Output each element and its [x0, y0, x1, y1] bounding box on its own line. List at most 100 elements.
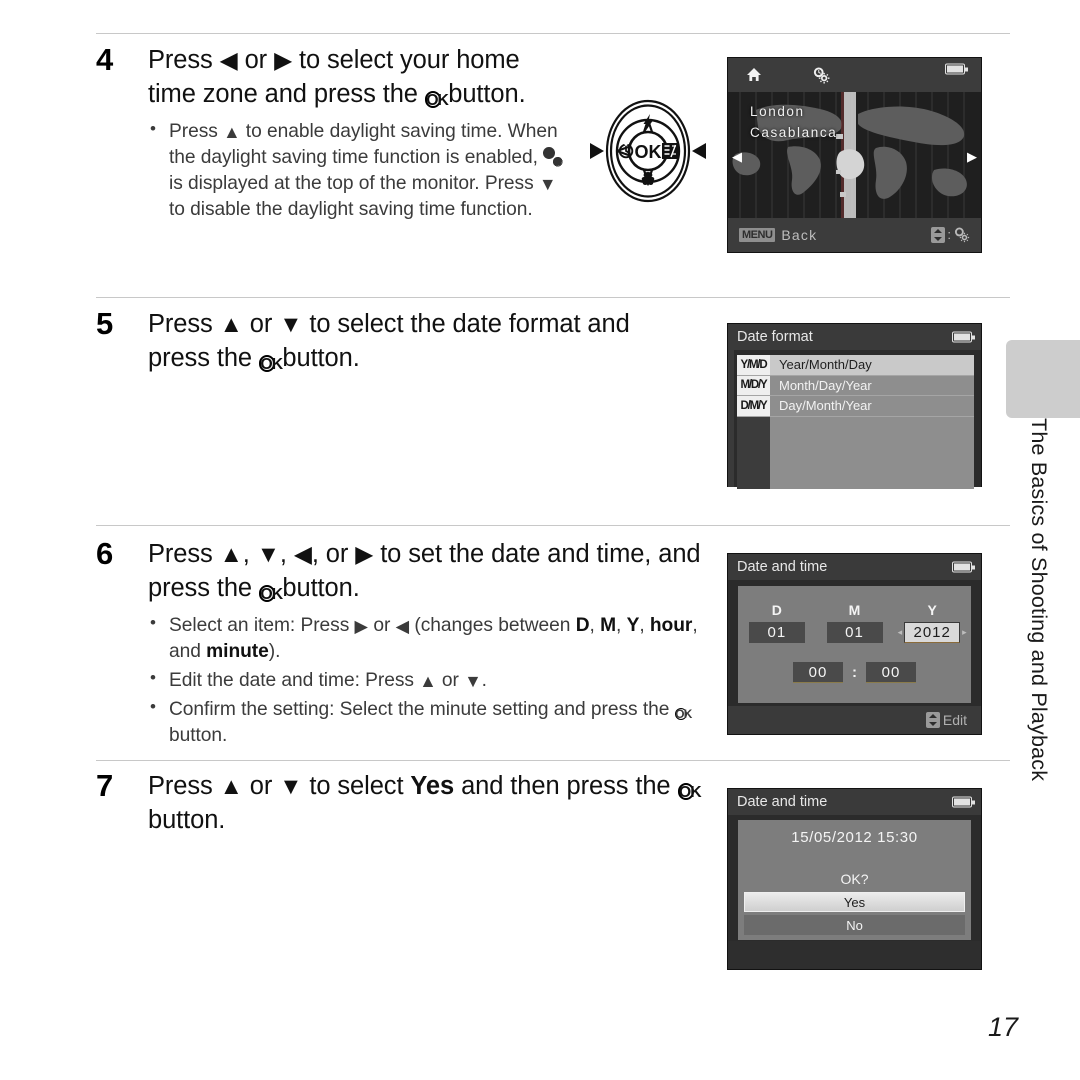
day-field-cell: 01 [738, 622, 816, 643]
up-arrow-icon [220, 543, 243, 566]
step-5-number: 5 [96, 306, 114, 341]
step-7-number: 7 [96, 768, 114, 803]
year-value[interactable]: 2012 [904, 622, 961, 643]
step-6-heading: Press , , , or to set the date and time,… [148, 538, 723, 605]
field-minute-label: minute [206, 641, 269, 663]
list-item: Edit the date and time: Press or . [148, 667, 723, 694]
world-map-action-bar: MENU Back : [728, 218, 981, 252]
step-4-number: 4 [96, 42, 114, 77]
up-arrow-icon [223, 124, 240, 142]
bullet-text: or [436, 670, 465, 692]
confirm-datetime: 15/05/2012 15:30 [791, 829, 918, 846]
up-down-arrows-icon [925, 712, 940, 728]
bullet-text-a: Press [169, 121, 224, 143]
daylight-saving-icon [954, 227, 970, 243]
format-icon-ymd: Y/M/D [737, 355, 770, 375]
map-prev-arrow[interactable]: ◀ [732, 149, 742, 165]
selected-timezone-cities: London Casablanca [750, 102, 837, 144]
dst-toggle-hint: : [931, 226, 970, 243]
bullet-text-c: is displayed at the top of the monitor. … [169, 173, 539, 195]
manual-page: The Basics of Shooting and Playback 4 Pr… [0, 0, 1080, 1080]
list-item[interactable]: Y/M/D Year/Month/Day [737, 355, 974, 376]
month-value[interactable]: 01 [826, 622, 883, 643]
page-number: 17 [988, 1012, 1019, 1042]
field-d-label: D [575, 615, 590, 637]
up-arrow-icon [220, 313, 243, 336]
bullet-text: . [481, 670, 487, 692]
bullet-text: ). [268, 641, 281, 663]
step-6-text-2: , [242, 540, 257, 568]
yes-emphasis: Yes [410, 772, 455, 800]
step-7-heading: Press or to select Yes and then press th… [148, 770, 728, 837]
step-6-text-4: , or [311, 540, 356, 568]
date-time-body: D M Y 01 01 ◂ 2012 ▸ 00: 00 [728, 580, 981, 706]
date-fields: 01 01 ◂ 2012 ▸ [738, 622, 971, 643]
back-label: Back [781, 227, 818, 243]
step-4-text-4: button. [441, 79, 526, 108]
date-time-edit-screen: Date and time D M Y 01 01 ◂ 2012 ▸ 00: … [727, 553, 982, 735]
list-item[interactable]: D/M/Y Day/Month/Year [737, 396, 974, 417]
list-item-label: Month/Day/Year [779, 377, 872, 393]
right-arrow-icon [355, 543, 373, 566]
day-value[interactable]: 01 [748, 622, 805, 643]
field-m-label: M [600, 615, 617, 637]
step-5-heading: Press or to select the date format and p… [148, 308, 688, 375]
date-time-title-bar: Date and time [728, 554, 981, 580]
ok-button-icon: OK [258, 355, 283, 374]
list-empty-area [737, 416, 974, 489]
step-7-text-3: to select [302, 772, 411, 800]
bullet-text: Confirm the setting: Select the minute s… [169, 699, 675, 721]
down-arrow-icon [279, 775, 302, 798]
date-time-confirm-screen: Date and time 15/05/2012 15:30 OK? Yes N… [727, 788, 982, 970]
date-format-screen: Date format Y/M/D Year/Month/Day M/D/Y M… [727, 323, 982, 489]
step-7-text-5: button. [148, 805, 226, 834]
world-time-zone-screen: London Casablanca ◀ ▶ MENU Back : [727, 57, 982, 253]
ok-button-icon: OK [424, 91, 449, 110]
map-next-arrow[interactable]: ▶ [967, 149, 977, 165]
step-6-number: 6 [96, 536, 114, 571]
screen-title: Date and time [737, 559, 828, 575]
list-item[interactable]: M/D/Y Month/Day/Year [737, 375, 974, 396]
format-icon-dmy: D/M/Y [737, 396, 770, 416]
left-arrow-icon [294, 543, 312, 566]
hour-value[interactable]: 00 [793, 662, 843, 683]
step-5-text-4: button. [275, 343, 360, 372]
date-format-title-bar: Date format [728, 324, 981, 350]
chapter-tab-label: The Basics of Shooting and Playback [1027, 418, 1051, 782]
up-down-arrows-icon [931, 226, 946, 243]
daylight-saving-icon [543, 147, 563, 167]
down-arrow-icon [279, 313, 302, 336]
confirm-panel: 15/05/2012 15:30 OK? Yes No [738, 820, 971, 940]
no-button[interactable]: No [744, 915, 965, 935]
section-divider-5-6 [96, 525, 1010, 526]
date-format-list: Y/M/D Year/Month/Day M/D/Y Month/Day/Yea… [737, 355, 974, 489]
field-y-label: Y [626, 615, 640, 637]
minute-value[interactable]: 00 [866, 662, 916, 683]
battery-icon [945, 63, 968, 75]
yes-button[interactable]: Yes [744, 892, 965, 912]
date-column-labels: D M Y [738, 602, 971, 618]
time-separator: : [852, 664, 857, 681]
bullet-text: button. [169, 725, 228, 746]
list-item: Press to enable daylight saving time. Wh… [148, 118, 568, 223]
date-time-action-bar: Edit [728, 706, 981, 734]
battery-icon [952, 561, 975, 573]
label-year: Y [927, 602, 937, 618]
step-7-text-4: and then press the [454, 772, 678, 800]
chapter-tab-marker [1006, 340, 1080, 418]
month-field-cell: 01 [816, 622, 894, 643]
step-5-text-1: Press [148, 310, 220, 338]
step-4-heading: Press or to select your home time zone a… [148, 44, 568, 111]
world-map-graphic: London Casablanca ◀ ▶ [728, 92, 981, 218]
menu-button-badge[interactable]: MENU [739, 228, 776, 242]
label-month: M [848, 602, 861, 618]
section-divider-4-5 [96, 297, 1010, 298]
label-day: D [771, 602, 782, 618]
prev-field-caret-icon[interactable]: ◂ [896, 627, 905, 638]
screen-title: Date format [737, 329, 813, 345]
right-arrow-icon [355, 618, 369, 636]
time-fields: 00 : 00 [738, 662, 971, 683]
ok-button-icon: OK [258, 585, 283, 604]
confirm-question: OK? [840, 871, 869, 887]
next-field-caret-icon[interactable]: ▸ [960, 627, 969, 638]
